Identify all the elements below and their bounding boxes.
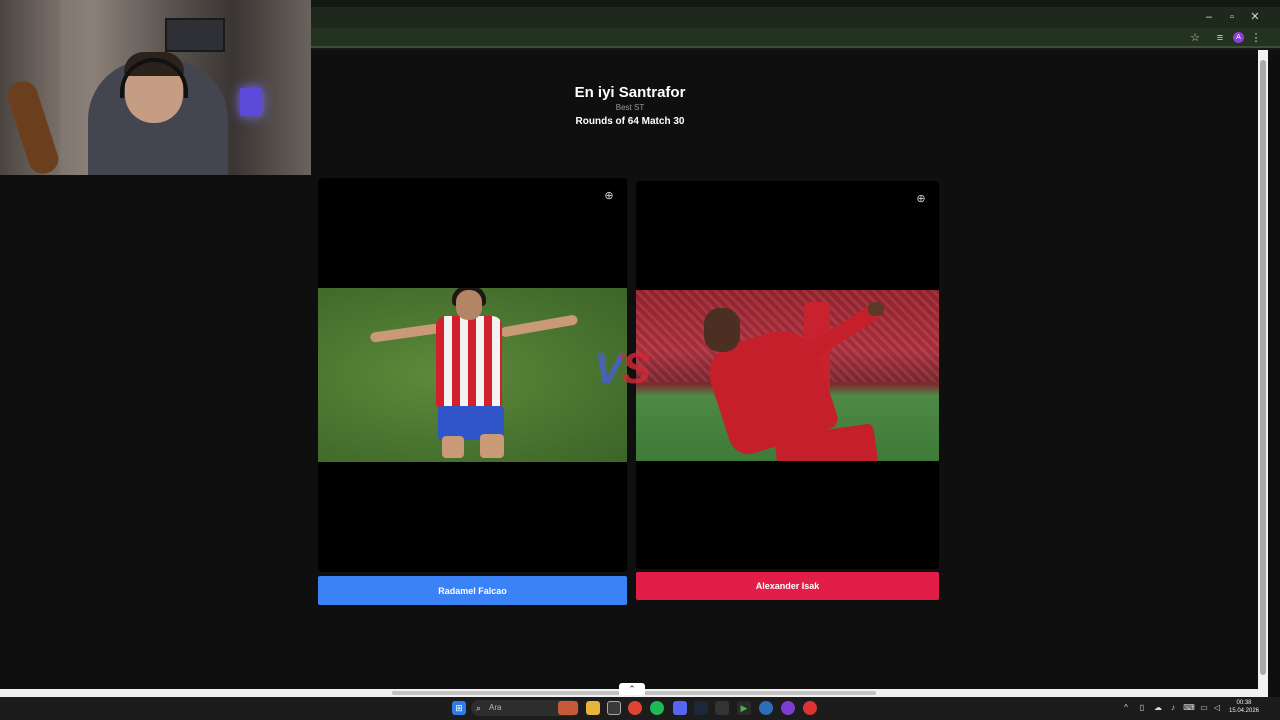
browser-tab-strip	[311, 7, 1280, 29]
vote-button-left[interactable]: Radamel Falcao	[318, 576, 627, 605]
photo-head	[704, 308, 740, 352]
photo-right-arm	[499, 314, 579, 338]
chevron-up-icon[interactable]: ⌃	[619, 683, 645, 695]
candidate-card-left[interactable]: ⊕	[318, 178, 627, 572]
taskbar-search-placeholder: Ara	[489, 703, 502, 712]
media-controls-icon[interactable]: ≡	[1213, 31, 1227, 45]
search-highlight-icon[interactable]	[558, 701, 578, 715]
tournament-header: En iyi Santrafor Best ST Rounds of 64 Ma…	[520, 84, 740, 127]
vote-button-right[interactable]: Alexander Isak	[636, 572, 939, 600]
address-bar[interactable]	[311, 28, 1280, 48]
round-info: Rounds of 64 Match 30	[575, 116, 685, 127]
spotify-icon[interactable]	[650, 701, 664, 715]
webcam-overlay	[0, 0, 311, 175]
steam-icon[interactable]	[694, 701, 708, 715]
chrome-icon[interactable]	[628, 701, 642, 715]
close-button[interactable]: ✕	[1245, 9, 1265, 25]
page-subtitle: Best ST	[615, 103, 645, 112]
play-icon[interactable]: ▶	[737, 701, 751, 715]
chevron-up-icon[interactable]: ^	[1120, 702, 1132, 714]
restore-button[interactable]: ▫	[1222, 9, 1242, 25]
minimize-button[interactable]: –	[1199, 9, 1219, 25]
photo-leg	[442, 436, 464, 458]
photo-leg	[480, 434, 504, 458]
recording-app-icon[interactable]	[803, 701, 817, 715]
microphone-icon[interactable]: ♪	[1167, 702, 1179, 714]
start-menu-icon[interactable]: ⊞	[452, 701, 466, 715]
browser-app-icon[interactable]	[781, 701, 795, 715]
clock-time: 00:38	[1236, 700, 1252, 706]
photo-left-arm	[369, 323, 441, 343]
candidate-photo-right[interactable]	[636, 290, 939, 461]
photo-head	[456, 290, 482, 320]
browser-menu-icon[interactable]: ⋮	[1249, 31, 1263, 45]
versus-mark: VS	[594, 344, 651, 393]
vertical-scrollbar-thumb[interactable]	[1260, 60, 1266, 675]
app-icon[interactable]	[759, 701, 773, 715]
taskbar-clock[interactable]: 00:38 15.04.2026	[1226, 699, 1262, 715]
cloud-icon[interactable]: ☁	[1152, 702, 1164, 714]
zoom-in-icon[interactable]: ⊕	[602, 189, 616, 203]
usb-icon[interactable]: ▯	[1136, 702, 1148, 714]
candidate-photo-left[interactable]	[318, 288, 627, 462]
photo-striped-shirt	[436, 316, 502, 408]
page-title: En iyi Santrafor	[574, 84, 686, 101]
profile-avatar[interactable]: A	[1233, 32, 1244, 43]
bookmark-star-icon[interactable]: ☆	[1188, 31, 1202, 45]
clock-date: 15.04.2026	[1228, 708, 1260, 714]
search-icon: ⌕	[476, 703, 482, 713]
volume-icon[interactable]: ◁	[1211, 702, 1223, 714]
discord-icon[interactable]	[673, 701, 687, 715]
epic-games-icon[interactable]	[715, 701, 729, 715]
photo-hand	[868, 302, 884, 316]
webcam-rgb-light	[240, 88, 262, 116]
candidate-card-right[interactable]: ⊕	[636, 181, 939, 569]
zoom-in-icon[interactable]: ⊕	[914, 192, 928, 206]
webcam-wall-poster	[165, 18, 225, 52]
network-icon[interactable]: ▭	[1198, 702, 1210, 714]
keyboard-icon[interactable]: ⌨	[1183, 702, 1195, 714]
file-explorer-icon[interactable]	[586, 701, 600, 715]
store-icon[interactable]	[607, 701, 621, 715]
